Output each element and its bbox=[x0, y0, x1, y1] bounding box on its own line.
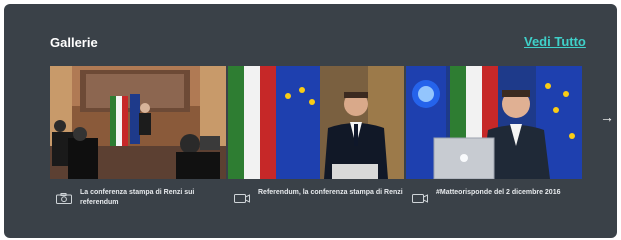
video-camera-icon bbox=[234, 191, 250, 209]
section-title: Gallerie bbox=[50, 35, 98, 50]
see-all-link[interactable]: Vedi Tutto bbox=[524, 34, 586, 49]
gallery-caption-text: La conferenza stampa di Renzi sui refere… bbox=[80, 189, 195, 206]
gallery-caption-3[interactable]: #Matteorisponde del 2 dicembre 2016 bbox=[412, 188, 582, 218]
gallery-panel: Gallerie Vedi Tutto La conferenza stampa… bbox=[4, 4, 617, 238]
gallery-caption-1[interactable]: La conferenza stampa di Renzi sui refere… bbox=[56, 188, 226, 218]
next-arrow-icon[interactable]: → bbox=[600, 110, 614, 124]
gallery-thumbnail-3[interactable] bbox=[406, 66, 582, 179]
gallery-thumbnail-1[interactable] bbox=[50, 66, 226, 179]
gallery-caption-text: #Matteorisponde del 2 dicembre 2016 bbox=[436, 189, 561, 196]
gallery-thumbnail-2[interactable] bbox=[228, 66, 404, 179]
gallery-caption-text: Referendum, la conferenza stampa di Renz… bbox=[258, 189, 403, 196]
video-camera-icon bbox=[412, 191, 428, 209]
photo-camera-icon bbox=[56, 191, 72, 209]
gallery-caption-2[interactable]: Referendum, la conferenza stampa di Renz… bbox=[234, 188, 404, 218]
